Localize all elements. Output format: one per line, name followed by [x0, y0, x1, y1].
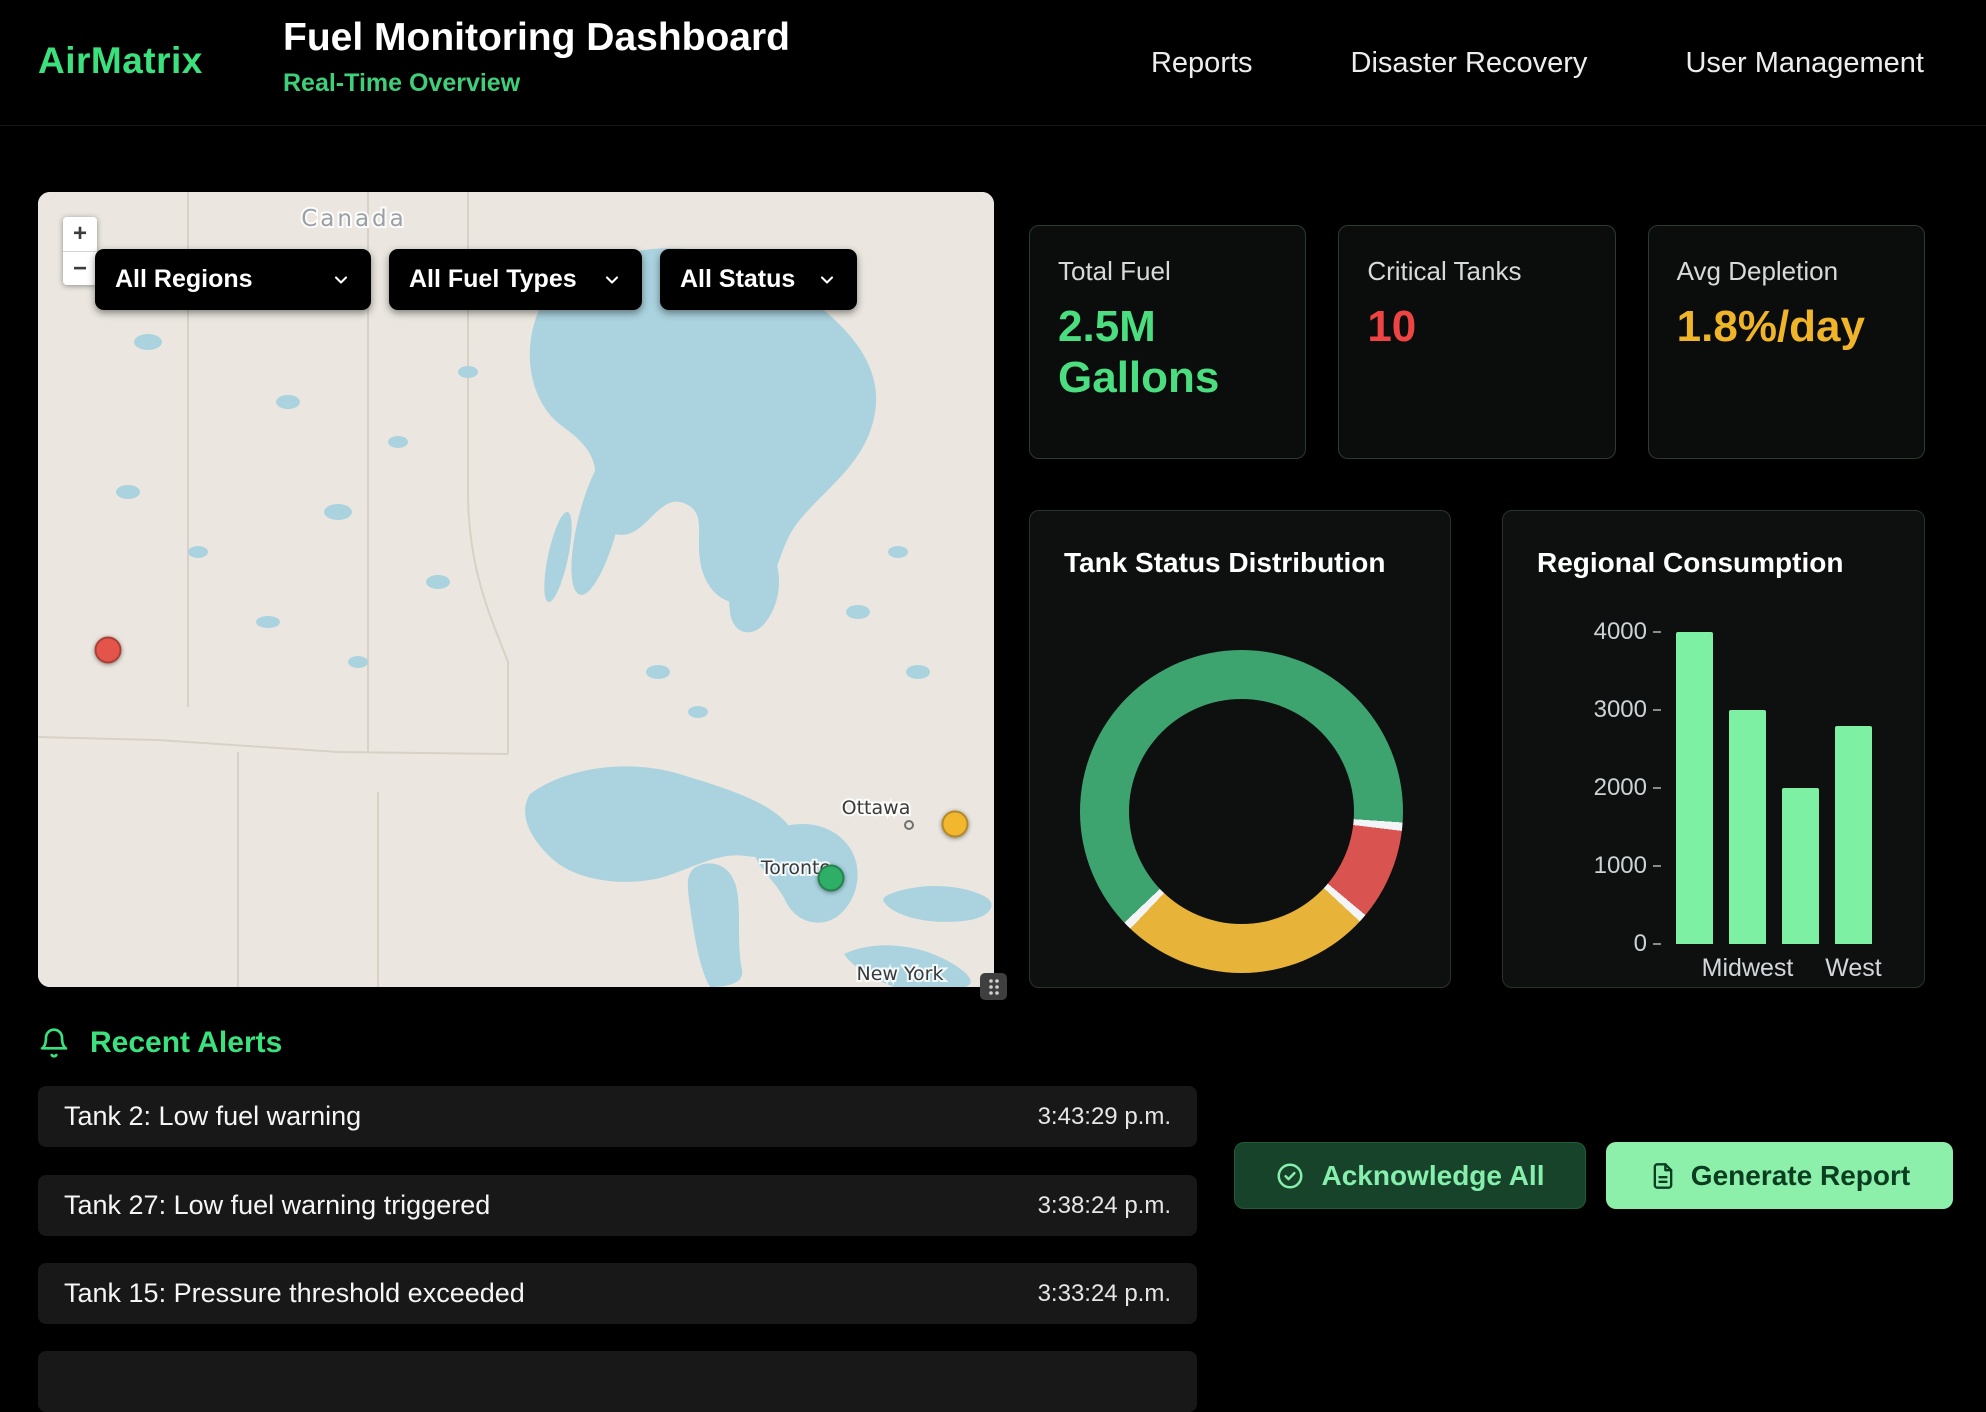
top-bar: AirMatrix Fuel Monitoring Dashboard Real… — [0, 0, 1986, 126]
charts-row: Tank Status Distribution Regional Consum… — [1029, 510, 1925, 988]
tank-marker-critical[interactable] — [94, 636, 121, 663]
donut-chart — [1080, 650, 1403, 973]
page-subtitle: Real-Time Overview — [283, 69, 790, 98]
bar-xlabels: Midwest West — [1676, 954, 1876, 983]
check-circle-icon — [1275, 1161, 1305, 1191]
alert-row-partial[interactable] — [38, 1351, 1197, 1412]
brand-logo: AirMatrix — [38, 40, 203, 82]
tank-marker-normal[interactable] — [817, 865, 844, 892]
tank-status-card: Tank Status Distribution — [1029, 510, 1451, 988]
bar-3 — [1835, 726, 1872, 944]
alerts-title: Recent Alerts — [90, 1026, 282, 1060]
alert-row[interactable]: Tank 2: Low fuel warning 3:43:29 p.m. — [38, 1086, 1197, 1147]
nav-user-management[interactable]: User Management — [1685, 47, 1924, 80]
status-filter-select[interactable]: All Status — [660, 249, 857, 310]
map-filter-row: All Regions All Fuel Types All Status — [95, 249, 857, 310]
bar-plot — [1676, 632, 1876, 944]
grip-dots-icon — [986, 977, 1002, 997]
nav-disaster-recovery[interactable]: Disaster Recovery — [1351, 47, 1588, 80]
map-resize-handle[interactable] — [980, 973, 1007, 1000]
alert-time: 3:33:24 p.m. — [1038, 1280, 1171, 1308]
chevron-down-icon — [602, 270, 622, 290]
tank-marker-warning[interactable] — [941, 811, 968, 838]
status-filter-value: All Status — [680, 265, 795, 294]
document-icon — [1649, 1162, 1677, 1190]
donut-chart-title: Tank Status Distribution — [1064, 547, 1386, 579]
acknowledge-all-label: Acknowledge All — [1321, 1160, 1544, 1192]
main-nav: Reports Disaster Recovery User Managemen… — [1151, 0, 1924, 126]
alert-message: Tank 2: Low fuel warning — [64, 1101, 361, 1132]
map-marker-layer — [38, 192, 994, 987]
bar-xtick-label: Midwest — [1729, 954, 1766, 983]
stat-value: 2.5M Gallons — [1058, 301, 1236, 403]
bar-xtick-label: West — [1835, 954, 1872, 983]
bar-xtick-label — [1782, 954, 1819, 983]
zoom-in-button[interactable]: + — [63, 217, 97, 251]
bar-ytick-label: 0 — [1634, 930, 1661, 958]
alert-time: 3:38:24 p.m. — [1038, 1192, 1171, 1220]
alert-message: Tank 27: Low fuel warning triggered — [64, 1190, 490, 1221]
map-zoom-control: + − — [63, 217, 97, 285]
generate-report-label: Generate Report — [1691, 1160, 1910, 1192]
bar-ytick-label: 1000 — [1594, 852, 1661, 880]
alert-time: 3:43:29 p.m. — [1038, 1103, 1171, 1131]
fuel-type-filter-value: All Fuel Types — [409, 265, 577, 294]
chevron-down-icon — [331, 270, 351, 290]
generate-report-button[interactable]: Generate Report — [1606, 1142, 1953, 1209]
page-title: Fuel Monitoring Dashboard — [283, 16, 790, 60]
stat-value: 10 — [1367, 301, 1545, 352]
stat-cards-row: Total Fuel 2.5M Gallons Critical Tanks 1… — [1029, 225, 1925, 459]
stat-card-critical-tanks: Critical Tanks 10 — [1338, 225, 1615, 459]
fuel-type-filter-select[interactable]: All Fuel Types — [389, 249, 642, 310]
bar-ytick-label: 3000 — [1594, 696, 1661, 724]
bar-ytick-label: 4000 — [1594, 618, 1661, 646]
bar-ytick-label: 2000 — [1594, 774, 1661, 802]
stat-card-avg-depletion: Avg Depletion 1.8%/day — [1648, 225, 1925, 459]
chevron-down-icon — [817, 270, 837, 290]
nav-reports[interactable]: Reports — [1151, 47, 1253, 80]
alerts-header: Recent Alerts — [38, 1026, 282, 1060]
region-filter-select[interactable]: All Regions — [95, 249, 371, 310]
alert-message: Tank 15: Pressure threshold exceeded — [64, 1278, 525, 1309]
bar-0 — [1676, 632, 1713, 944]
alert-row[interactable]: Tank 27: Low fuel warning triggered 3:38… — [38, 1175, 1197, 1236]
bar-yaxis: 01000200030004000 — [1533, 632, 1661, 944]
regional-consumption-card: Regional Consumption 0 1000 2000 3000 4000 M… — [1502, 510, 1925, 988]
stat-card-total-fuel: Total Fuel 2.5M Gallons — [1029, 225, 1306, 459]
bar-chart-title: Regional Consumption — [1537, 547, 1843, 579]
donut-hole — [1129, 699, 1354, 924]
bar-2 — [1782, 788, 1819, 944]
alert-row[interactable]: Tank 15: Pressure threshold exceeded 3:3… — [38, 1263, 1197, 1324]
title-block: Fuel Monitoring Dashboard Real-Time Over… — [283, 16, 790, 98]
stat-label: Critical Tanks — [1367, 256, 1586, 287]
map-canvas[interactable]: Canada Ottawa Toronto New York + − All R… — [38, 192, 994, 987]
acknowledge-all-button[interactable]: Acknowledge All — [1234, 1142, 1586, 1209]
region-filter-value: All Regions — [115, 265, 253, 294]
stat-label: Avg Depletion — [1677, 256, 1896, 287]
stat-value: 1.8%/day — [1677, 301, 1855, 352]
bell-icon — [38, 1027, 70, 1059]
bar-1 — [1729, 710, 1766, 944]
stat-label: Total Fuel — [1058, 256, 1277, 287]
zoom-out-button[interactable]: − — [63, 251, 97, 285]
